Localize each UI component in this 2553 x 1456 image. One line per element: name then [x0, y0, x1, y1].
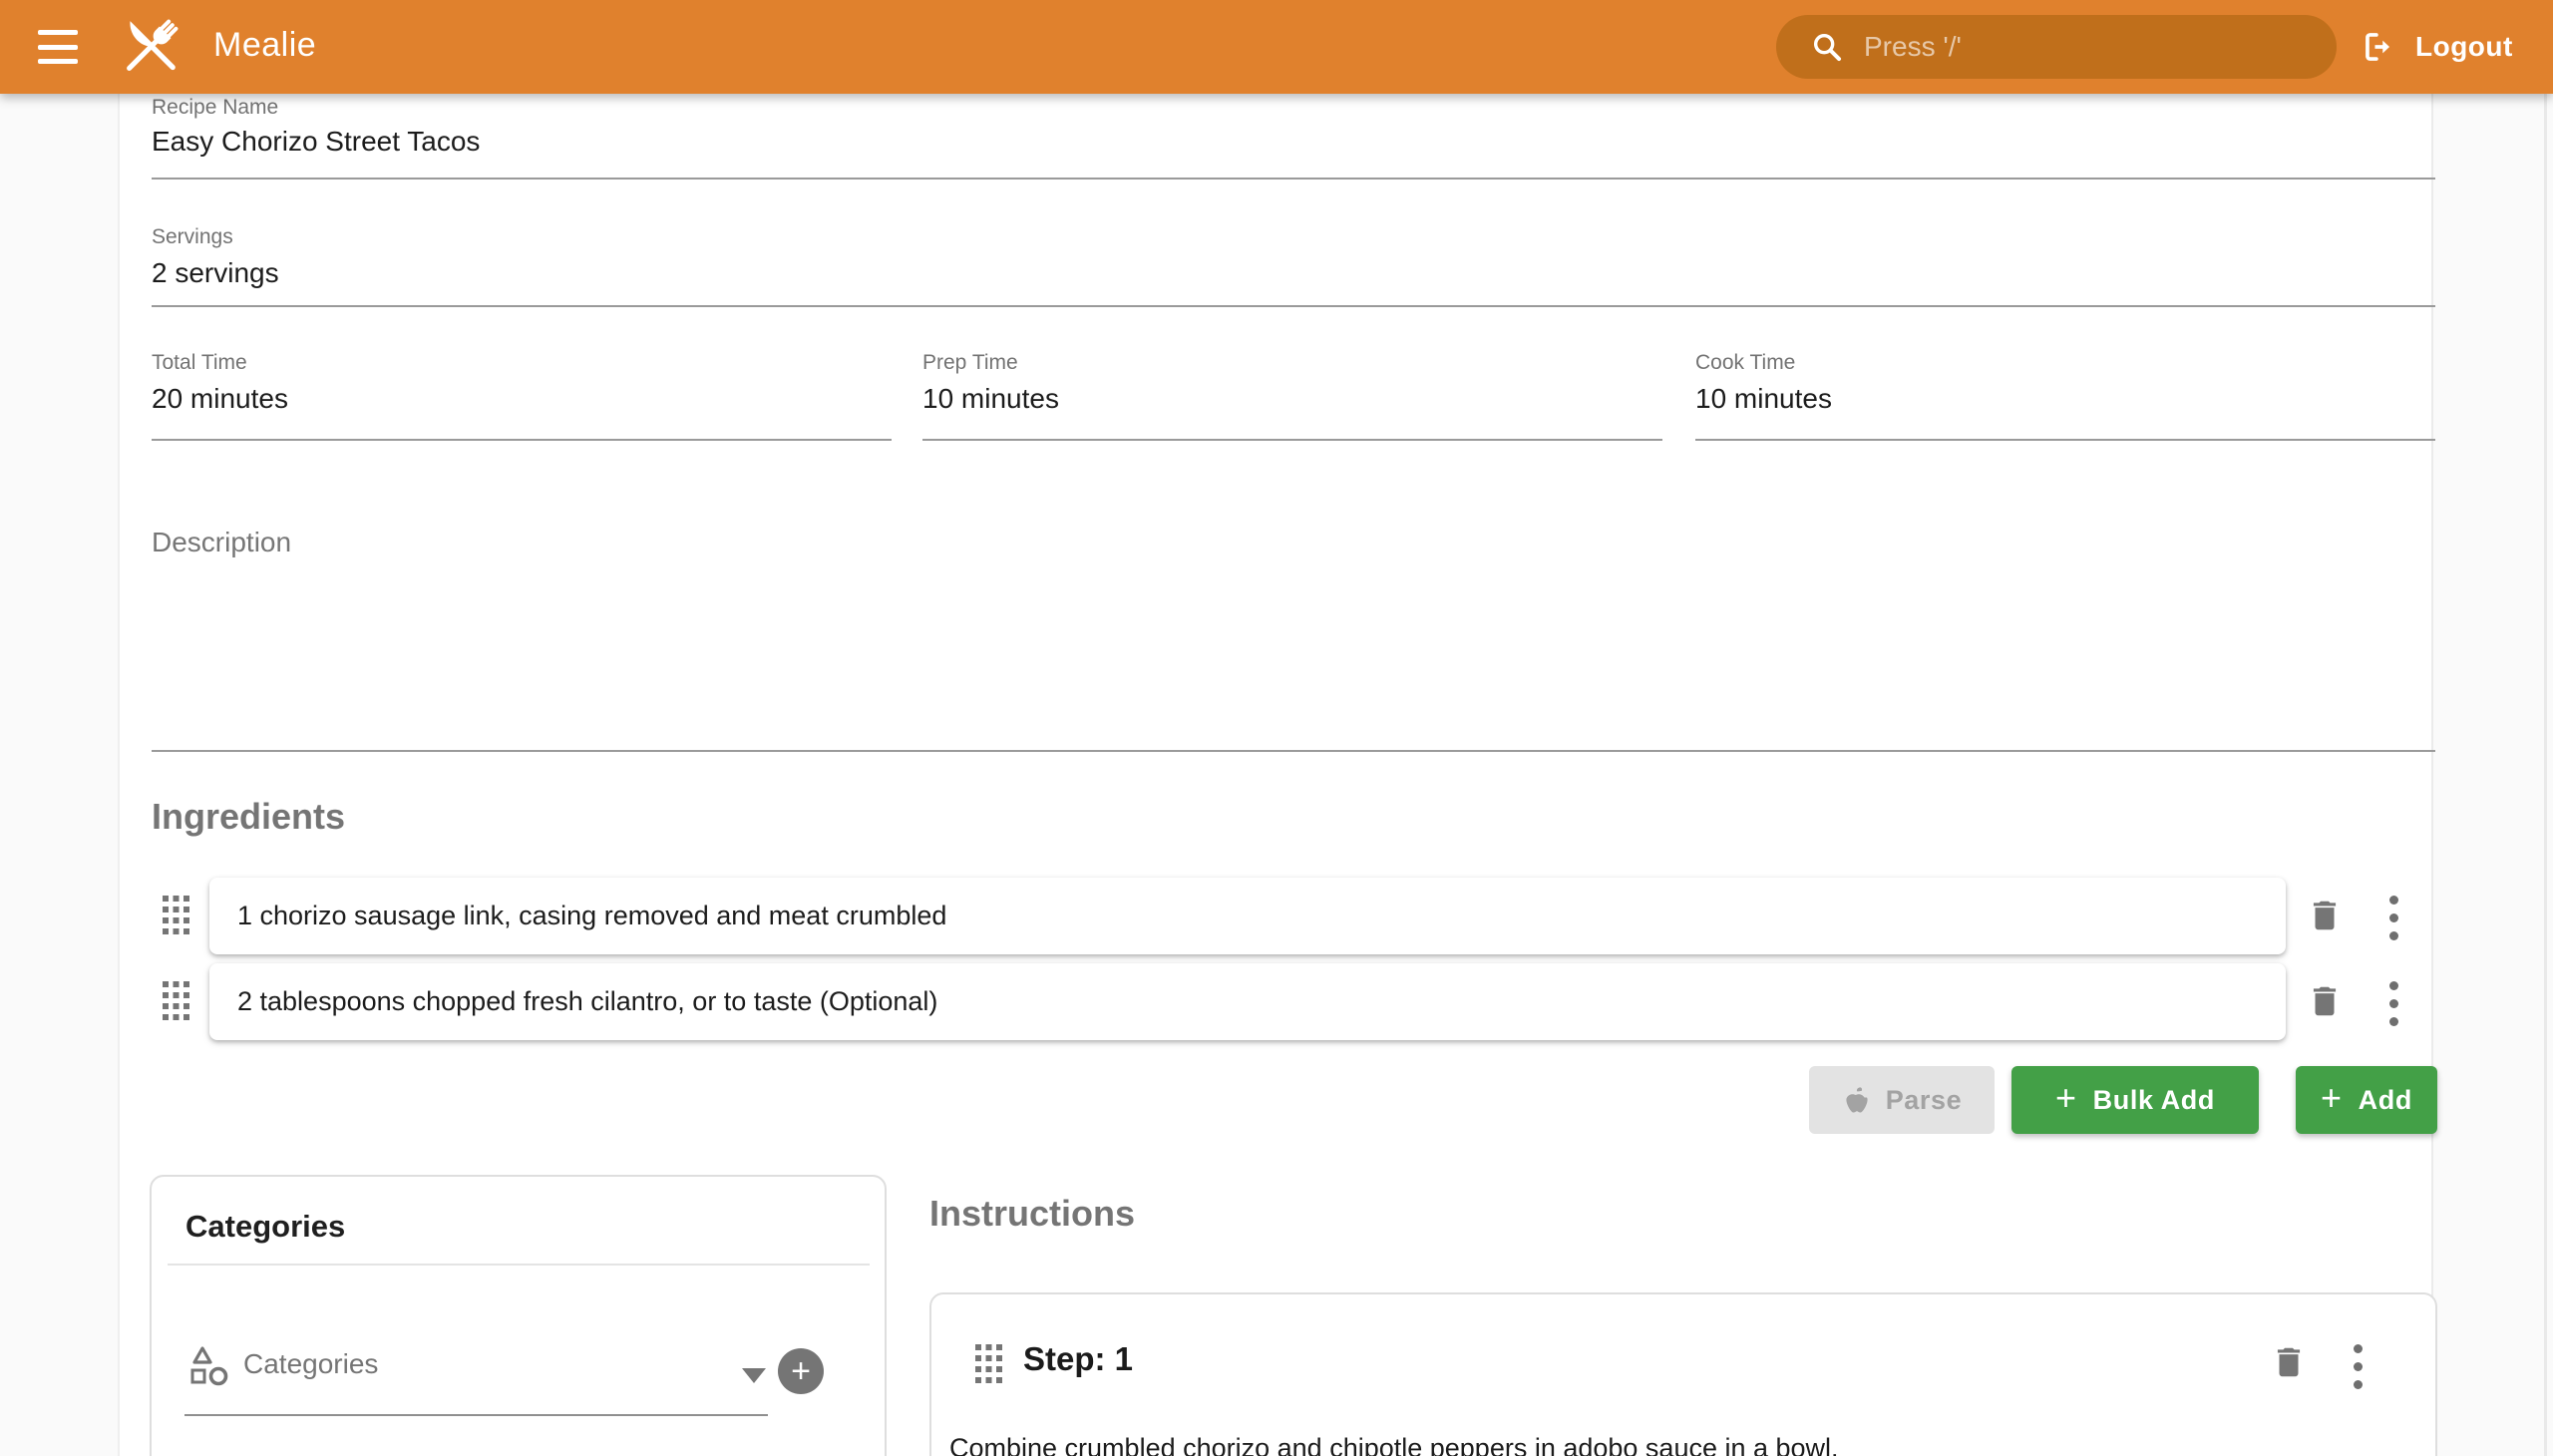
- step-text-input[interactable]: Combine crumbled chorizo and chipotle pe…: [949, 1433, 2395, 1456]
- bulk-add-button[interactable]: + Bulk Add: [2011, 1066, 2259, 1134]
- trash-icon: [2306, 894, 2344, 937]
- chevron-down-icon[interactable]: [742, 1368, 766, 1383]
- add-category-button[interactable]: +: [778, 1348, 824, 1394]
- step-drag-handle[interactable]: [975, 1344, 1002, 1383]
- total-time-input[interactable]: 20 minutes: [152, 383, 288, 415]
- recipe-name-label: Recipe Name: [152, 96, 278, 120]
- servings-input[interactable]: 2 servings: [152, 257, 279, 289]
- hamburger-menu-icon[interactable]: [38, 27, 80, 67]
- cook-time-input[interactable]: 10 minutes: [1695, 383, 1832, 415]
- cook-time-label: Cook Time: [1695, 351, 1795, 375]
- servings-label: Servings: [152, 225, 233, 249]
- ingredient-text: 1 chorizo sausage link, casing removed a…: [237, 901, 946, 931]
- app-title: Mealie: [213, 26, 316, 65]
- app-header: Mealie Logout: [0, 0, 2553, 94]
- logout-button[interactable]: Logout: [2362, 22, 2513, 72]
- total-time-label: Total Time: [152, 351, 247, 375]
- parse-button[interactable]: Parse: [1809, 1066, 1995, 1134]
- step-card: [929, 1292, 2437, 1456]
- trash-icon: [2306, 979, 2344, 1023]
- search-input[interactable]: [1864, 31, 2293, 63]
- logout-icon: [2362, 28, 2395, 66]
- ingredient-drag-handle[interactable]: [163, 896, 189, 934]
- delete-step-button[interactable]: [2270, 1340, 2308, 1387]
- ingredient-menu-button[interactable]: [2389, 981, 2398, 1026]
- logout-label: Logout: [2415, 31, 2513, 63]
- cook-time-underline: [1695, 439, 2435, 441]
- ingredient-input[interactable]: 2 tablespoons chopped fresh cilantro, or…: [209, 963, 2286, 1040]
- delete-ingredient-button[interactable]: [2306, 979, 2344, 1026]
- categories-select-underline: [184, 1414, 768, 1416]
- prep-time-underline: [922, 439, 1662, 441]
- plus-icon: +: [791, 1354, 811, 1388]
- description-underline: [152, 750, 2435, 752]
- ingredient-drag-handle[interactable]: [163, 981, 189, 1020]
- total-time-underline: [152, 439, 892, 441]
- plus-icon: +: [2321, 1080, 2343, 1116]
- prep-time-label: Prep Time: [922, 351, 1018, 375]
- step-menu-button[interactable]: [2354, 1344, 2363, 1389]
- apple-icon: [1842, 1084, 1872, 1116]
- mealie-logo-icon: [116, 12, 185, 82]
- categories-select[interactable]: Categories: [243, 1348, 378, 1380]
- description-textarea[interactable]: [152, 558, 2435, 738]
- scrollbar[interactable]: [2544, 94, 2547, 1456]
- ingredients-heading: Ingredients: [152, 796, 345, 838]
- recipe-name-input[interactable]: Easy Chorizo Street Tacos: [152, 126, 480, 158]
- bulk-add-label: Bulk Add: [2093, 1085, 2215, 1116]
- recipe-name-underline: [152, 178, 2435, 180]
- parse-label: Parse: [1886, 1085, 1963, 1116]
- trash-icon: [2270, 1340, 2308, 1384]
- search-bar[interactable]: [1776, 15, 2337, 79]
- ingredient-menu-button[interactable]: [2389, 896, 2398, 940]
- delete-ingredient-button[interactable]: [2306, 894, 2344, 940]
- add-ingredient-button[interactable]: + Add: [2296, 1066, 2437, 1134]
- ingredient-text: 2 tablespoons chopped fresh cilantro, or…: [237, 986, 937, 1017]
- search-icon: [1810, 30, 1844, 64]
- add-label: Add: [2359, 1085, 2412, 1116]
- categories-card-title: Categories: [185, 1209, 345, 1245]
- servings-underline: [152, 305, 2435, 307]
- instructions-heading: Instructions: [929, 1193, 1135, 1235]
- prep-time-input[interactable]: 10 minutes: [922, 383, 1059, 415]
- shapes-icon: [189, 1344, 229, 1386]
- ingredient-input[interactable]: 1 chorizo sausage link, casing removed a…: [209, 878, 2286, 954]
- categories-divider: [168, 1264, 870, 1266]
- description-label: Description: [152, 527, 291, 558]
- plus-icon: +: [2055, 1080, 2077, 1116]
- step-title: Step: 1: [1023, 1340, 1133, 1378]
- recipe-editor-page: Mealie Logout Recipe Name Easy Chorizo S…: [0, 0, 2553, 1456]
